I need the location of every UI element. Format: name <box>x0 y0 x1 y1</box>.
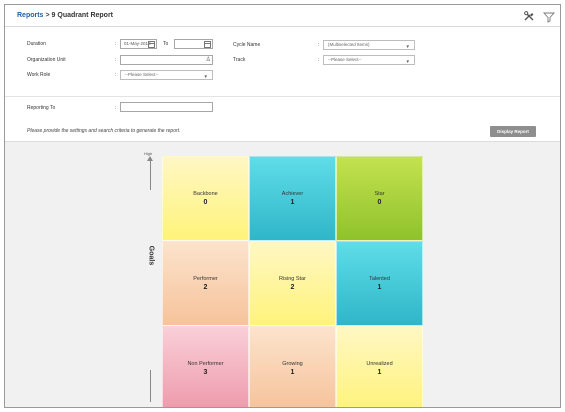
quadrant-name: Backbone <box>193 190 218 197</box>
filter-icon[interactable] <box>543 11 555 23</box>
work-role-label: Work Role <box>27 72 51 78</box>
cycle-name-select[interactable]: (Multiselected Items) ▼ <box>323 40 415 50</box>
calendar-icon[interactable] <box>204 41 211 48</box>
quadrant-cell[interactable]: Backbone 0 <box>162 156 249 241</box>
quadrant-count: 0 <box>203 198 208 206</box>
quadrant-name: Talented <box>369 275 390 282</box>
quadrant-name: Star <box>374 190 385 197</box>
nine-quadrant-chart: High Goals Backbone 0 Achiever 1 Star 0 Perfor… <box>5 141 560 407</box>
work-role-colon: : <box>115 72 117 78</box>
quadrant-name: Performer <box>193 275 218 282</box>
duration-colon: : <box>115 41 117 47</box>
work-role-select[interactable]: --Please Select-- ▼ <box>120 70 213 80</box>
breadcrumb-reports-link[interactable]: Reports <box>17 12 43 19</box>
report-window: Reports >9 Quadrant Report Duration : 01-… <box>4 4 561 408</box>
cycle-name-colon: : <box>318 42 320 48</box>
chevron-down-icon: ▼ <box>405 44 410 49</box>
quadrant-count: 0 <box>377 198 382 206</box>
quadrant-count: 1 <box>377 283 382 291</box>
report-criteria-form: Duration : 01-May-2018 To Cycle Name : (… <box>5 28 560 140</box>
y-axis-line-lower <box>150 370 151 402</box>
organization-unit-label: Organization Unit <box>27 57 66 63</box>
reporting-to-label: Reporting To <box>27 105 56 111</box>
quadrant-cell[interactable]: Rising Star 2 <box>249 241 336 326</box>
quadrant-count: 1 <box>377 368 382 376</box>
instruction-note: Please provide the settings and search c… <box>27 128 181 134</box>
duration-from-value: 01-May-2018 <box>124 41 151 46</box>
quadrant-cell[interactable]: Growing 1 <box>249 326 336 407</box>
quadrant-cell[interactable]: Performer 2 <box>162 241 249 326</box>
quadrant-cell[interactable]: Star 0 <box>336 156 423 241</box>
organization-unit-input[interactable]: ♙ <box>120 55 213 65</box>
track-label: Track <box>233 57 246 63</box>
user-lookup-icon[interactable]: ♙ <box>206 56 211 64</box>
quadrant-name: Growing <box>282 360 303 367</box>
duration-label: Duration <box>27 41 46 47</box>
track-select[interactable]: --Please Select-- ▼ <box>323 55 415 65</box>
duration-to-input[interactable] <box>174 39 213 49</box>
quadrant-cell[interactable]: Achiever 1 <box>249 156 336 241</box>
quadrant-name: Unrealized <box>366 360 393 367</box>
quadrant-count: 2 <box>203 283 208 291</box>
page-title: 9 Quadrant Report <box>51 12 113 19</box>
duration-from-input[interactable]: 01-May-2018 <box>120 39 157 49</box>
y-axis-label: Goals <box>147 245 155 266</box>
quadrant-count: 1 <box>290 368 295 376</box>
reporting-to-input[interactable] <box>120 102 213 112</box>
duration-to-label: To <box>163 41 169 47</box>
quadrant-cell[interactable]: Unrealized 1 <box>336 326 423 407</box>
organization-unit-colon: : <box>115 57 117 63</box>
cycle-name-value: (Multiselected Items) <box>328 42 370 47</box>
cycle-name-label: Cycle Name <box>233 42 261 48</box>
display-report-button[interactable]: Display Report <box>490 126 536 137</box>
work-role-value: --Please Select-- <box>125 72 159 77</box>
track-value: --Please Select-- <box>328 57 362 62</box>
quadrant-grid: Backbone 0 Achiever 1 Star 0 Performer 2 Rising … <box>162 156 423 407</box>
track-colon: : <box>318 57 320 63</box>
calendar-icon[interactable] <box>148 41 155 48</box>
chevron-down-icon: ▼ <box>203 74 208 79</box>
page-header: Reports >9 Quadrant Report <box>5 5 560 27</box>
quadrant-name: Non Performer <box>187 360 224 367</box>
quadrant-name: Rising Star <box>279 275 306 282</box>
reporting-to-colon: : <box>115 105 117 111</box>
breadcrumb: Reports >9 Quadrant Report <box>17 12 113 19</box>
quadrant-cell[interactable]: Non Performer 3 <box>162 326 249 407</box>
quadrant-count: 1 <box>290 198 295 206</box>
chevron-down-icon: ▼ <box>405 59 410 64</box>
y-axis-line <box>150 160 151 190</box>
quadrant-count: 2 <box>290 283 295 291</box>
form-divider <box>5 96 560 97</box>
breadcrumb-separator: > <box>45 12 50 19</box>
quadrant-count: 3 <box>203 368 208 376</box>
quadrant-cell[interactable]: Talented 1 <box>336 241 423 326</box>
tools-icon[interactable] <box>523 10 535 22</box>
quadrant-name: Achiever <box>281 190 304 197</box>
